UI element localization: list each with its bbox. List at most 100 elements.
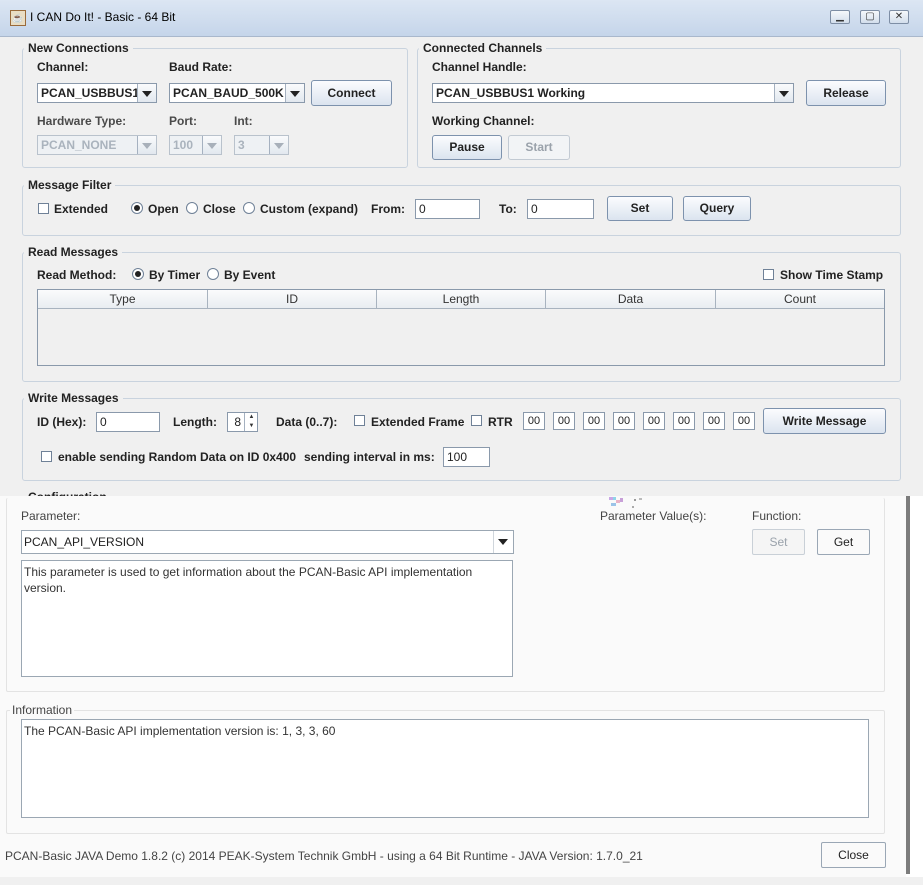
int-combo[interactable]: 3 xyxy=(234,135,289,155)
chevron-down-icon[interactable] xyxy=(137,136,156,154)
messages-table[interactable]: Type ID Length Data Count xyxy=(37,289,885,366)
extended-frame-label: Extended Frame xyxy=(371,415,465,429)
connect-button[interactable]: Connect xyxy=(311,80,392,106)
render-artifact xyxy=(609,496,647,510)
rtr-label: RTR xyxy=(488,415,513,429)
by-event-label: By Event xyxy=(224,268,276,282)
extended-checkbox[interactable] xyxy=(38,203,49,214)
chevron-down-icon[interactable] xyxy=(137,84,156,102)
data-byte-4[interactable]: 00 xyxy=(643,412,665,430)
rtr-checkbox[interactable] xyxy=(471,415,482,426)
column-header-length[interactable]: Length xyxy=(377,290,546,309)
hardware-type-value: PCAN_NONE xyxy=(41,138,117,152)
parameter-description: This parameter is used to get informatio… xyxy=(21,560,513,677)
java-app-icon[interactable]: ☕ xyxy=(10,10,26,26)
filter-set-button[interactable]: Set xyxy=(607,196,673,221)
chevron-down-icon[interactable] xyxy=(202,136,221,154)
open-radio[interactable] xyxy=(131,202,143,214)
spinner-up-icon[interactable]: ▲ xyxy=(244,413,258,422)
release-button[interactable]: Release xyxy=(806,80,886,106)
status-text: PCAN-Basic JAVA Demo 1.8.2 (c) 2014 PEAK… xyxy=(5,849,643,863)
data-label: Data (0..7): xyxy=(276,415,338,429)
port-combo[interactable]: 100 xyxy=(169,135,222,155)
chevron-down-icon[interactable] xyxy=(285,84,304,102)
length-label: Length: xyxy=(173,415,217,429)
parameter-combo[interactable]: PCAN_API_VERSION xyxy=(21,530,514,554)
to-label: To: xyxy=(499,202,517,216)
sending-interval-label: sending interval in ms: xyxy=(304,450,435,464)
chevron-down-icon[interactable] xyxy=(774,84,793,102)
int-value: 3 xyxy=(238,138,245,152)
minimize-icon: ▁ xyxy=(836,11,844,22)
parameter-label: Parameter: xyxy=(21,509,81,523)
channel-value: PCAN_USBBUS1 xyxy=(41,86,140,100)
read-messages-legend: Read Messages xyxy=(24,245,123,259)
maximize-button[interactable]: ▢ xyxy=(860,10,880,24)
show-time-stamp-checkbox[interactable] xyxy=(763,269,774,280)
custom-label: Custom (expand) xyxy=(260,202,359,216)
filter-query-button[interactable]: Query xyxy=(683,196,751,221)
id-hex-label: ID (Hex): xyxy=(37,415,87,429)
from-label: From: xyxy=(371,202,405,216)
hardware-type-label: Hardware Type: xyxy=(37,114,127,128)
data-byte-1[interactable]: 00 xyxy=(553,412,575,430)
close-window-button[interactable]: ✕ xyxy=(889,10,909,24)
bottom-edge xyxy=(0,877,923,885)
extended-frame-checkbox[interactable] xyxy=(354,415,365,426)
maximize-icon: ▢ xyxy=(865,11,875,22)
port-value: 100 xyxy=(173,138,194,152)
data-byte-7[interactable]: 00 xyxy=(733,412,755,430)
minimize-button[interactable]: ▁ xyxy=(830,10,850,24)
data-byte-3[interactable]: 00 xyxy=(613,412,635,430)
show-time-stamp-label: Show Time Stamp xyxy=(780,268,884,282)
window-title: I CAN Do It! - Basic - 64 Bit xyxy=(30,10,176,24)
baud-rate-combo[interactable]: PCAN_BAUD_500K xyxy=(169,83,305,103)
custom-radio[interactable] xyxy=(243,202,255,214)
config-set-button[interactable]: Set xyxy=(752,529,805,555)
baud-rate-label: Baud Rate: xyxy=(169,60,233,74)
information-legend: Information xyxy=(10,703,75,717)
read-method-label: Read Method: xyxy=(37,268,117,282)
column-header-data[interactable]: Data xyxy=(546,290,716,309)
extended-label: Extended xyxy=(54,202,109,216)
port-label: Port: xyxy=(169,114,197,128)
write-message-button[interactable]: Write Message xyxy=(763,408,886,434)
column-header-id[interactable]: ID xyxy=(208,290,377,309)
close-label: Close xyxy=(203,202,236,216)
pause-button[interactable]: Pause xyxy=(432,135,502,160)
channel-label: Channel: xyxy=(37,60,89,74)
close-radio[interactable] xyxy=(186,202,198,214)
column-header-type[interactable]: Type xyxy=(38,290,208,309)
close-button[interactable]: Close xyxy=(821,842,886,868)
right-edge-border xyxy=(906,496,910,874)
artifact-icon xyxy=(609,497,642,508)
data-byte-5[interactable]: 00 xyxy=(673,412,695,430)
close-icon: ✕ xyxy=(894,11,904,22)
parameter-value: PCAN_API_VERSION xyxy=(24,535,145,549)
data-byte-0[interactable]: 00 xyxy=(523,412,545,430)
channel-combo[interactable]: PCAN_USBBUS1 xyxy=(37,83,157,103)
spinner-down-icon[interactable]: ▼ xyxy=(244,422,258,431)
hardware-type-combo[interactable]: PCAN_NONE xyxy=(37,135,157,155)
channel-handle-combo[interactable]: PCAN_USBBUS1 Working xyxy=(432,83,794,103)
channel-handle-value: PCAN_USBBUS1 Working xyxy=(436,86,586,100)
sending-interval-field[interactable]: 100 xyxy=(443,447,490,467)
from-field[interactable]: 0 xyxy=(415,199,480,219)
title-bar[interactable]: ☕ I CAN Do It! - Basic - 64 Bit ▁ ▢ ✕ xyxy=(0,0,923,37)
to-field[interactable]: 0 xyxy=(527,199,594,219)
baud-rate-value: PCAN_BAUD_500K xyxy=(173,86,284,100)
id-hex-field[interactable]: 0 xyxy=(96,412,160,432)
by-timer-radio[interactable] xyxy=(132,268,144,280)
data-byte-6[interactable]: 00 xyxy=(703,412,725,430)
random-data-checkbox[interactable] xyxy=(41,451,52,462)
column-header-count[interactable]: Count xyxy=(716,290,884,309)
information-text: The PCAN-Basic API implementation versio… xyxy=(21,719,869,818)
chevron-down-icon[interactable] xyxy=(269,136,288,154)
data-byte-2[interactable]: 00 xyxy=(583,412,605,430)
open-label: Open xyxy=(148,202,179,216)
int-label: Int: xyxy=(234,114,253,128)
by-event-radio[interactable] xyxy=(207,268,219,280)
config-get-button[interactable]: Get xyxy=(817,529,870,555)
start-button[interactable]: Start xyxy=(508,135,570,160)
chevron-down-icon[interactable] xyxy=(493,531,513,553)
